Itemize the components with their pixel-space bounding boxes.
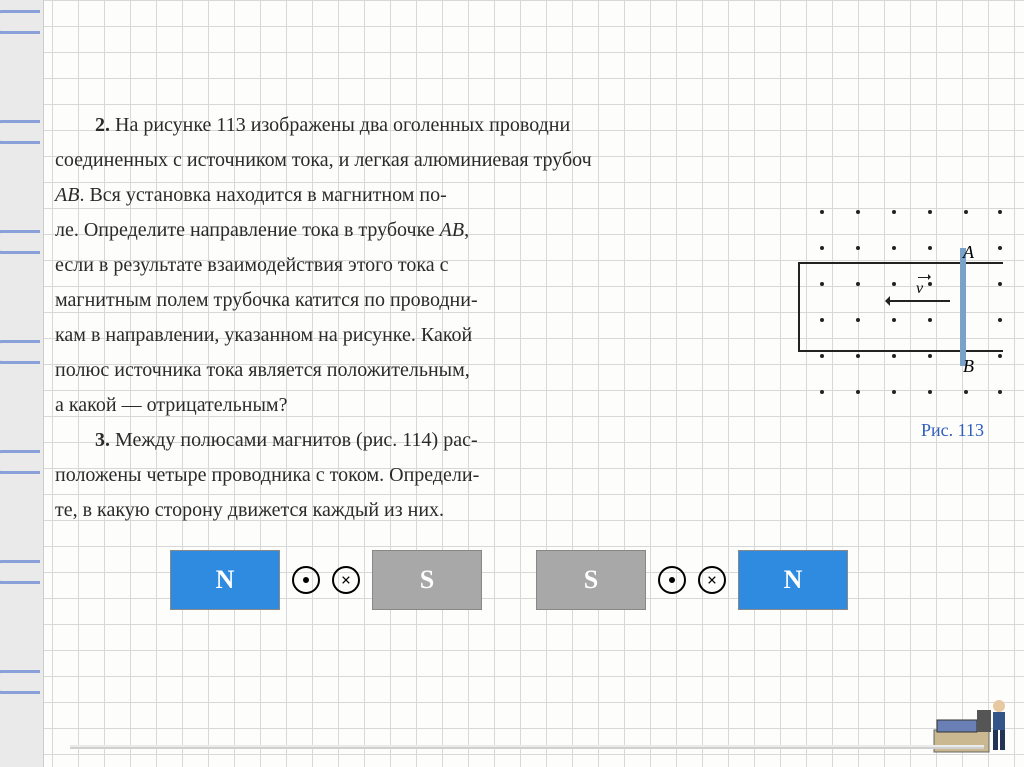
p3-line3: те, в какую сторону движется каждый из н… [55,495,1004,526]
p2-line2: соединенных с источником тока, и легкая … [55,145,1004,176]
p3-line2: положены четыре проводника с током. Опре… [55,460,1004,491]
magnet-S-left: S [372,550,482,610]
conductor-frame [798,262,1003,352]
spiral-binding [0,0,44,767]
current-out-icon [292,566,320,594]
problem-3-num: 3. [95,429,110,451]
magnet-S-right: S [536,550,646,610]
label-A: A [963,242,974,263]
current-out-icon [658,566,686,594]
figure-113-caption: Рис. 113 [921,420,984,441]
label-B: B [963,356,974,377]
rod-AB [960,248,966,366]
problem-2-num: 2. [95,114,110,136]
figure-113: v A B [798,202,1008,412]
problem-3: 3. Между полюсами магнитов (рис. 114) ра… [55,425,1004,456]
velocity-arrow-icon [888,300,950,302]
magnet-N-right: N [738,550,848,610]
current-in-icon: × [332,566,360,594]
footer-divider [70,745,984,749]
velocity-label: v [916,280,923,298]
current-in-icon: × [698,566,726,594]
magnet-N-left: N [170,550,280,610]
figure-114: N × S S × N [170,550,848,610]
problem-2: 2. На рисунке 113 изображены два оголенн… [55,110,1004,141]
